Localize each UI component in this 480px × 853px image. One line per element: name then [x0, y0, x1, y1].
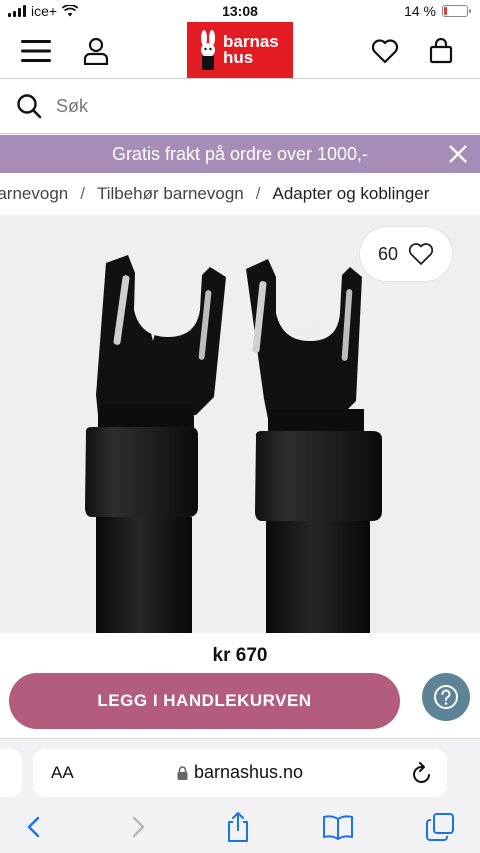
- lock-icon: [177, 765, 188, 780]
- search-bar: [0, 78, 480, 134]
- battery-icon: [442, 5, 471, 17]
- favorite-button[interactable]: 60: [360, 227, 452, 281]
- chevron-right-icon: [132, 816, 145, 838]
- search-icon[interactable]: [16, 93, 42, 119]
- heart-icon[interactable]: [368, 34, 402, 68]
- breadcrumb-separator: /: [255, 184, 261, 203]
- breadcrumb-item-tilbehor[interactable]: Tilbehør barnevogn: [97, 184, 244, 204]
- breadcrumb-track: Barnevogn / Tilbehør barnevogn / Adapter…: [0, 184, 429, 204]
- browser-toolbar: AA barnashus.no: [0, 738, 480, 853]
- heart-outline-icon: [408, 243, 434, 265]
- tabs-icon: [426, 813, 454, 841]
- tabs-button[interactable]: [424, 811, 456, 843]
- adapter-right: [246, 259, 382, 633]
- breadcrumb-item-barnevogn[interactable]: Barnevogn: [0, 184, 68, 204]
- question-icon: [434, 685, 458, 709]
- add-to-cart-button[interactable]: LEGG I HANDLEKURVEN: [9, 673, 400, 729]
- signal-icon: [8, 5, 26, 17]
- help-button[interactable]: [422, 673, 470, 721]
- wifi-icon: [62, 5, 79, 17]
- favorite-count: 60: [377, 243, 399, 264]
- menu-icon[interactable]: [19, 34, 53, 68]
- status-left: ice+: [8, 3, 79, 19]
- battery-label: 14 %: [404, 3, 436, 19]
- site-header: barnas hus: [0, 22, 480, 78]
- share-icon: [228, 812, 248, 842]
- url-text: barnashus.no: [193, 762, 304, 782]
- breadcrumb: Barnevogn / Tilbehør barnevogn / Adapter…: [0, 173, 480, 215]
- chevron-left-icon: [27, 816, 40, 838]
- status-right: 14 %: [404, 3, 471, 19]
- bookmarks-button[interactable]: [322, 811, 354, 843]
- battery-level: [444, 7, 448, 15]
- breadcrumb-separator: /: [80, 184, 85, 203]
- barnashus-logo[interactable]: barnas hus: [187, 22, 293, 78]
- promo-banner: Gratis frakt på ordre over 1000,-: [0, 135, 480, 173]
- book-icon: [323, 815, 353, 840]
- forward-button[interactable]: [122, 811, 154, 843]
- carrier-label: ice+: [31, 3, 58, 19]
- user-icon[interactable]: [79, 34, 113, 68]
- cart-icon[interactable]: [424, 34, 458, 68]
- search-input[interactable]: [56, 95, 436, 117]
- product-image[interactable]: 60: [0, 215, 480, 633]
- rabbit-logo-icon: [201, 30, 215, 70]
- adapter-left: [85, 255, 226, 633]
- promo-text: Gratis frakt på ordre over 1000,-: [111, 143, 369, 164]
- product-price: kr 670: [212, 645, 268, 666]
- previous-tab-preview[interactable]: [0, 749, 22, 797]
- url-display[interactable]: barnashus.no: [33, 762, 447, 783]
- reload-icon[interactable]: [411, 761, 433, 785]
- share-button[interactable]: [222, 811, 254, 843]
- logo-line2: hus: [223, 48, 254, 67]
- status-bar: ice+ 13:08 14 %: [0, 0, 480, 22]
- address-bar[interactable]: AA barnashus.no: [33, 749, 447, 797]
- breadcrumb-item-current[interactable]: Adapter og koblinger: [273, 184, 430, 204]
- back-button[interactable]: [18, 811, 50, 843]
- close-icon[interactable]: [446, 142, 470, 166]
